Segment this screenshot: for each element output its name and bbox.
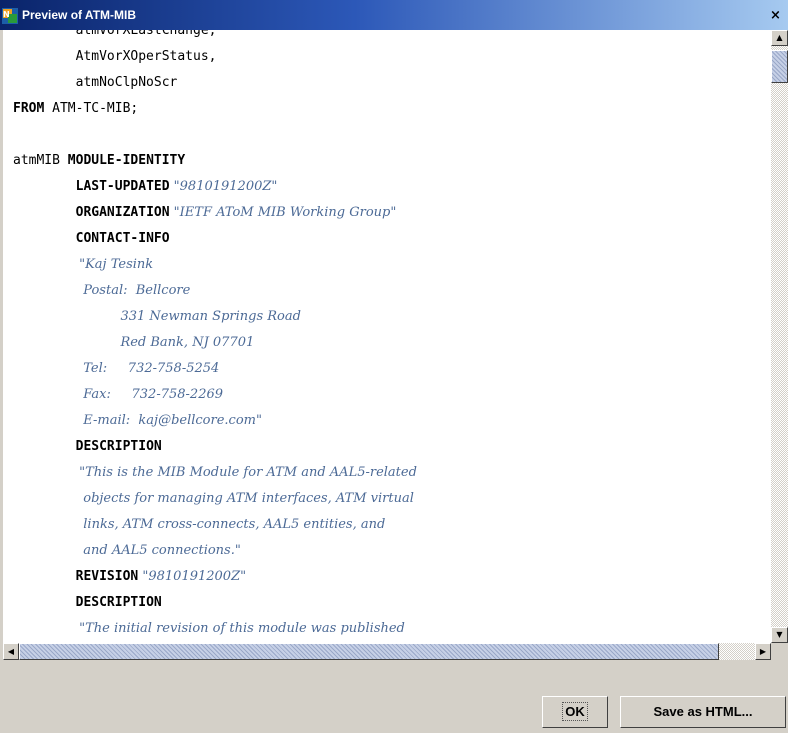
vertical-scrollbar[interactable]: ▲ ▼	[771, 30, 788, 643]
code-line: 331 Newman Springs Road	[13, 304, 301, 330]
code-line: DESCRIPTION	[13, 434, 162, 460]
code-line: atmMIB MODULE-IDENTITY	[13, 148, 185, 174]
scroll-down-icon[interactable]: ▼	[771, 627, 788, 643]
string-token: "Kaj Tesink	[13, 257, 154, 272]
app-icon: N	[2, 8, 18, 24]
code-line: AtmVorXOperStatus,	[13, 44, 217, 70]
keyword-token: MODULE-IDENTITY	[67, 153, 186, 168]
close-icon[interactable]: ×	[768, 9, 783, 23]
code-line: ORGANIZATION "IETF AToM MIB Working Grou…	[13, 200, 397, 226]
code-line: E-mail: kaj@bellcore.com"	[13, 408, 262, 434]
scroll-up-icon[interactable]: ▲	[771, 30, 788, 46]
text-token: atmNoClpNoScr	[13, 75, 178, 90]
string-token: "9810191200Z"	[138, 569, 247, 584]
mib-preview-text[interactable]: atmVorXLastChange, AtmVorXOperStatus, at…	[3, 30, 771, 643]
string-token: E-mail: kaj@bellcore.com"	[13, 413, 262, 428]
code-line: "The initial revision of this module was…	[13, 616, 405, 642]
button-bar: OK Save as HTML...	[0, 660, 788, 733]
code-line: and AAL5 connections."	[13, 538, 241, 564]
code-line: FROM ATM-TC-MIB;	[13, 96, 138, 122]
svg-text:N: N	[3, 10, 10, 19]
preview-dialog: N Preview of ATM-MIB × atmVorXLastChange…	[0, 0, 788, 733]
code-line: atmVorXLastChange,	[13, 30, 217, 44]
code-line: "Kaj Tesink	[13, 252, 153, 278]
code-line: CONTACT-INFO	[13, 226, 170, 252]
string-token: 331 Newman Springs Road	[13, 309, 301, 324]
keyword-token: DESCRIPTION	[75, 439, 162, 454]
string-token: objects for managing ATM interfaces, ATM…	[13, 491, 414, 506]
string-token: "9810191200Z"	[169, 179, 278, 194]
text-token: ATM-TC-MIB;	[44, 101, 139, 116]
vertical-scroll-thumb[interactable]	[771, 50, 788, 83]
string-token: Red Bank, NJ 07701	[13, 335, 255, 350]
string-token: and AAL5 connections."	[13, 543, 241, 558]
title-bar[interactable]: N Preview of ATM-MIB ×	[0, 0, 788, 30]
scroll-left-icon[interactable]: ◀	[3, 643, 19, 660]
text-token: atmMIB	[13, 153, 68, 168]
save-as-html-button[interactable]: Save as HTML...	[620, 696, 786, 728]
text-token: atmVorXLastChange,	[13, 30, 217, 38]
horizontal-scrollbar[interactable]: ◀ ▶	[3, 643, 788, 660]
string-token: "IETF AToM MIB Working Group"	[169, 205, 397, 220]
window-title: Preview of ATM-MIB	[22, 8, 137, 22]
string-token: Postal: Bellcore	[13, 283, 191, 298]
keyword-token: ORGANIZATION	[75, 205, 170, 220]
code-line: DESCRIPTION	[13, 590, 162, 616]
code-line: LAST-UPDATED "9810191200Z"	[13, 174, 278, 200]
string-token: Fax: 732-758-2269	[13, 387, 224, 402]
keyword-token: REVISION	[75, 569, 139, 584]
string-token: links, ATM cross-connects, AAL5 entities…	[13, 517, 386, 532]
ok-button-label: OK	[562, 702, 588, 721]
string-token: Tel: 732-758-5254	[13, 361, 220, 376]
code-line: Postal: Bellcore	[13, 278, 190, 304]
scroll-right-icon[interactable]: ▶	[755, 643, 771, 660]
ok-button[interactable]: OK	[542, 696, 608, 728]
code-line: Red Bank, NJ 07701	[13, 330, 254, 356]
string-token: "This is the MIB Module for ATM and AAL5…	[13, 465, 417, 480]
text-token: AtmVorXOperStatus,	[13, 49, 217, 64]
code-line: "This is the MIB Module for ATM and AAL5…	[13, 460, 417, 486]
code-line: links, ATM cross-connects, AAL5 entities…	[13, 512, 385, 538]
keyword-token: LAST-UPDATED	[75, 179, 170, 194]
vertical-scroll-track[interactable]	[771, 30, 788, 643]
code-line: REVISION "9810191200Z"	[13, 564, 246, 590]
string-token: "The initial revision of this module was…	[13, 621, 405, 636]
horizontal-scroll-thumb[interactable]	[19, 643, 719, 660]
keyword-token: CONTACT-INFO	[75, 231, 170, 246]
keyword-token: FROM	[13, 101, 45, 116]
keyword-token: DESCRIPTION	[75, 595, 162, 610]
code-line: objects for managing ATM interfaces, ATM…	[13, 486, 414, 512]
code-line: atmNoClpNoScr	[13, 70, 178, 96]
code-line: Fax: 732-758-2269	[13, 382, 223, 408]
code-line: Tel: 732-758-5254	[13, 356, 219, 382]
